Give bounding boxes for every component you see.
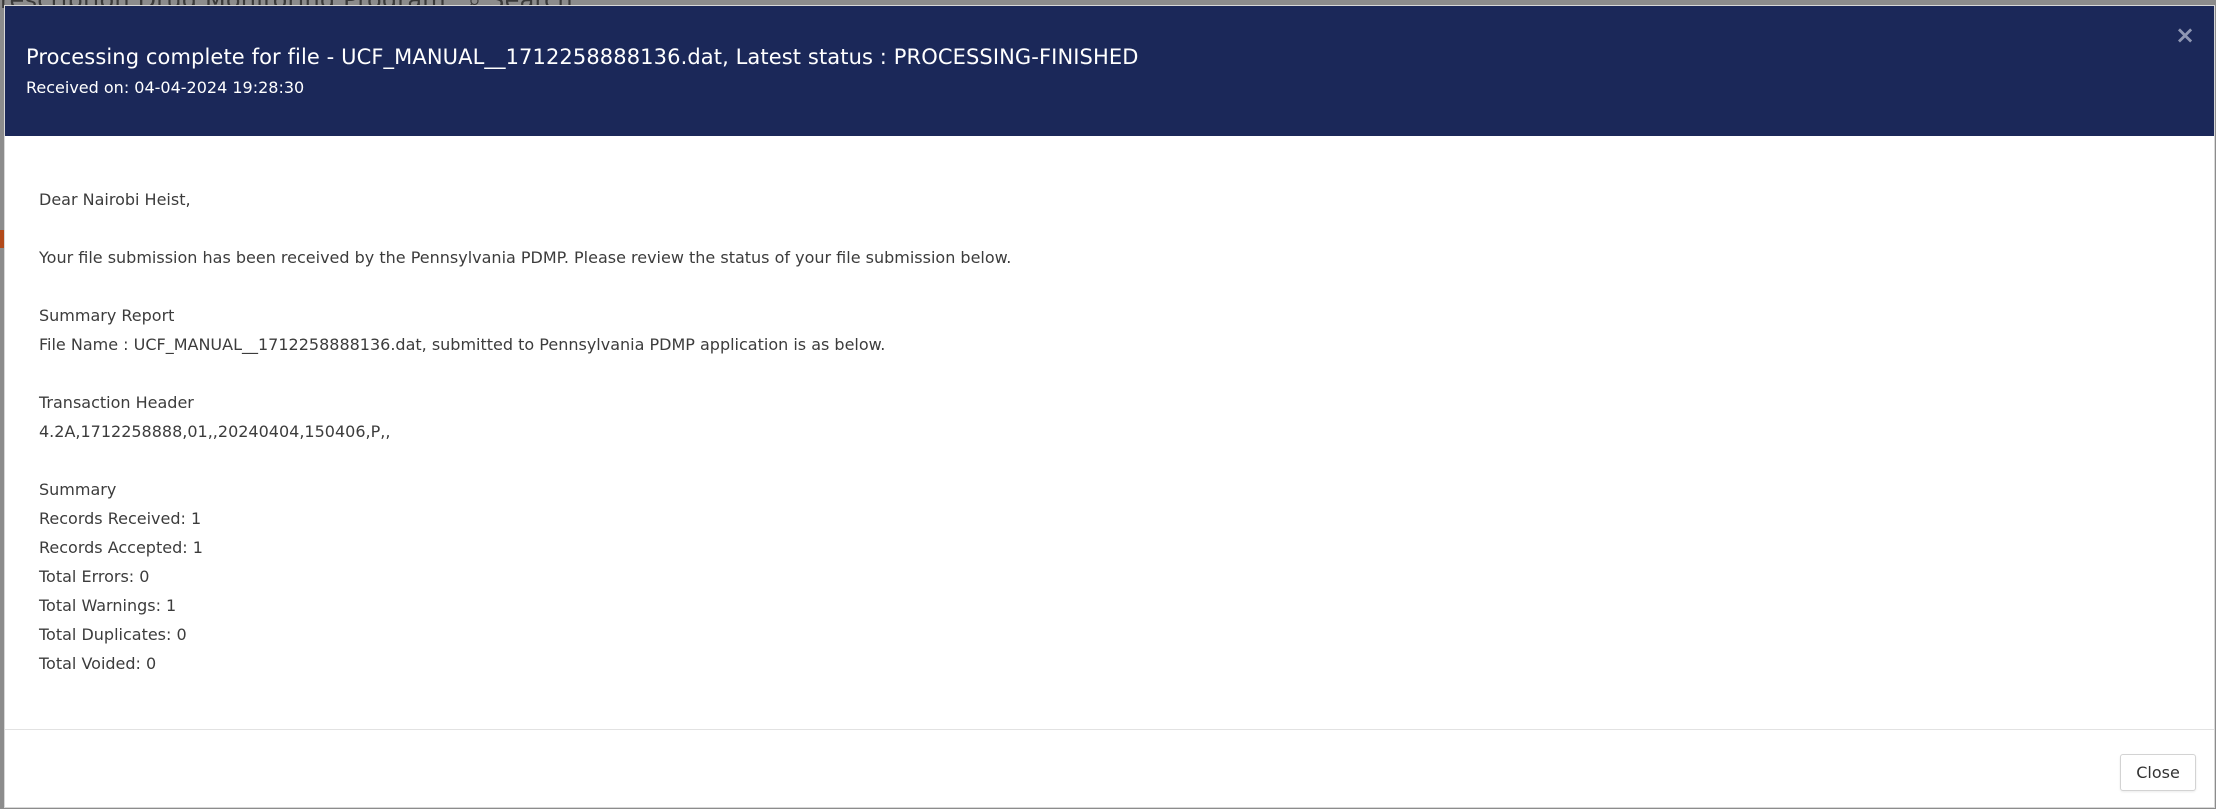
total-warnings: Total Warnings: 1 <box>39 596 177 615</box>
transaction-header-heading: Transaction Header <box>39 393 194 412</box>
total-duplicates: Total Duplicates: 0 <box>39 625 187 644</box>
summary-report-heading: Summary Report <box>39 306 175 325</box>
received-on-text: Received on: 04-04-2024 19:28:30 <box>26 78 305 97</box>
intro-text: Your file submission has been received b… <box>39 248 1012 267</box>
modal-header: Processing complete for file - UCF_MANUA… <box>5 6 2214 136</box>
modal-title: Processing complete for file - UCF_MANUA… <box>26 45 1139 69</box>
records-accepted: Records Accepted: 1 <box>39 538 203 557</box>
modal-footer: Close <box>5 729 2214 809</box>
summary-heading: Summary <box>39 480 117 499</box>
records-received: Records Received: 1 <box>39 509 202 528</box>
total-errors: Total Errors: 0 <box>39 567 150 586</box>
greeting-text: Dear Nairobi Heist, <box>39 190 191 209</box>
transaction-header-value: 4.2A,1712258888,01,,20240404,150406,P,, <box>39 422 391 441</box>
file-name-line: File Name : UCF_MANUAL__1712258888136.da… <box>39 335 886 354</box>
close-icon[interactable]: × <box>2174 23 2196 47</box>
total-voided: Total Voided: 0 <box>39 654 157 673</box>
close-button[interactable]: Close <box>2120 754 2196 791</box>
file-status-modal: Processing complete for file - UCF_MANUA… <box>4 5 2215 808</box>
